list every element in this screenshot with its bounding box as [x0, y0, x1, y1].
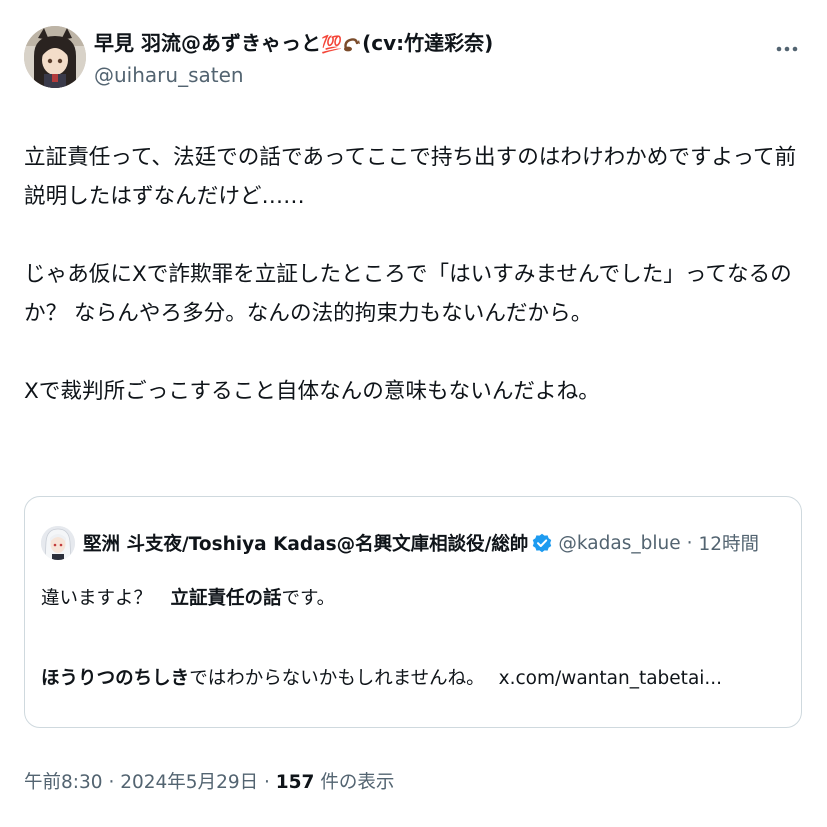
- quoted-line-1: 違いますよ？ 立証責任の話です。: [41, 583, 722, 615]
- tweet: 早見 羽流@あずきゃっと💯 (cv:竹達彩奈) @uiharu_saten 立証責…: [0, 0, 827, 827]
- quoted-time[interactable]: 12時間: [698, 530, 759, 556]
- author-handle[interactable]: @uiharu_saten: [94, 60, 493, 90]
- footer-separator: ·: [264, 772, 270, 793]
- author-name-suffix: (cv:竹達彩奈): [362, 31, 494, 55]
- tweet-header: 早見 羽流@あずきゃっと💯 (cv:竹達彩奈) @uiharu_saten: [24, 26, 807, 106]
- quoted-separator: ·: [686, 532, 693, 554]
- tweet-line: Xで裁判所ごっこすること自体なんの意味もないんだよね。: [24, 379, 600, 404]
- author-display-name[interactable]: 早見 羽流@あずきゃっと💯 (cv:竹達彩奈): [94, 30, 493, 58]
- quoted-tweet-text: 違いますよ？ 立証責任の話です。 ほうりつのちしきではわからないかもしれませんね…: [41, 583, 722, 695]
- tweet-line: 立証責任って、法廷での話であってここで持ち出すのはわけわかめですよって前: [24, 145, 797, 170]
- quoted-bold-text: 立証責任の話: [170, 588, 282, 609]
- quoted-text: ではわからないかもしれませんね。: [189, 668, 485, 689]
- author-avatar-image: [24, 26, 86, 88]
- tweet-time[interactable]: 午前8:30: [24, 772, 103, 793]
- quoted-author-avatar[interactable]: [41, 526, 75, 560]
- quoted-line-2: ほうりつのちしきではわからないかもしれませんね。 x.com/wantan_tab…: [41, 663, 722, 695]
- quoted-bold-text: ほうりつのちしき: [41, 668, 190, 689]
- tweet-line: か？ ならんやろ多分。なんの法的拘束力もないんだから。: [24, 301, 593, 326]
- views-count[interactable]: 157: [276, 772, 315, 793]
- footer-separator: ·: [108, 772, 115, 793]
- author-names: 早見 羽流@あずきゃっと💯 (cv:竹達彩奈) @uiharu_saten: [94, 30, 493, 90]
- author-name-emojis: 💯: [320, 35, 343, 55]
- author-avatar[interactable]: [24, 26, 86, 88]
- quoted-tweet-header: 堅洲 斗支夜/Toshiya Kadas@名興文庫相談役/総帥 @kadas_b…: [41, 526, 759, 560]
- quoted-text: 違いますよ？: [41, 588, 171, 609]
- author-name-text: 早見 羽流@あずきゃっと: [94, 31, 321, 55]
- quoted-author-handle[interactable]: @kadas_blue: [558, 533, 680, 554]
- quoted-author-name[interactable]: 堅洲 斗支夜/Toshiya Kadas@名興文庫相談役/総帥: [83, 530, 528, 556]
- tweet-text: 立証責任って、法廷での話であってここで持ち出すのはわけわかめですよって前 説明し…: [24, 138, 814, 411]
- tweet-date[interactable]: 2024年5月29日: [120, 772, 258, 793]
- more-options-button[interactable]: [773, 32, 801, 60]
- more-horizontal-icon: [776, 37, 798, 56]
- scorpion-icon: [342, 31, 362, 55]
- quoted-text: です。: [281, 588, 336, 609]
- quoted-link[interactable]: x.com/wantan_tabetai...: [499, 668, 722, 689]
- tweet-footer: 午前8:30 · 2024年5月29日 · 157 件の表示: [24, 768, 394, 794]
- quoted-tweet[interactable]: 堅洲 斗支夜/Toshiya Kadas@名興文庫相談役/総帥 @kadas_b…: [24, 496, 802, 728]
- views-label: 件の表示: [320, 772, 395, 793]
- verified-badge-icon: [532, 533, 552, 553]
- quoted-avatar-image: [41, 526, 75, 560]
- tweet-line: じゃあ仮にXで詐欺罪を立証したところで「はいすみませんでした」ってなるの: [24, 262, 792, 287]
- tweet-line: 説明したはずなんだけど……: [24, 184, 305, 209]
